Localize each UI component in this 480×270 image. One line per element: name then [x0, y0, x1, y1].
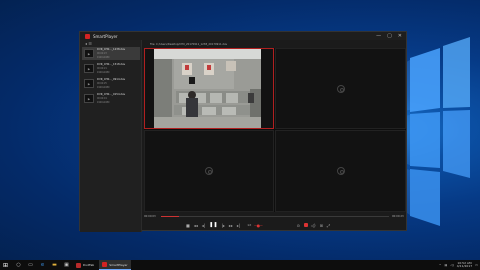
- video-thumbnail: ▶: [84, 49, 94, 58]
- file-resolution: 1920x1080: [97, 101, 110, 104]
- playlist-item[interactable]: ▶ DVR_CH0..._1518.dav 00:00:21 1920x1080: [82, 62, 140, 75]
- file-name: DVR_CH0..._0914.dav: [97, 78, 126, 81]
- step-back-icon[interactable]: ◂|: [202, 223, 205, 228]
- app-logo-icon: [85, 33, 90, 39]
- file-duration: 00:00:21: [97, 67, 107, 70]
- notifications-icon[interactable]: ▭: [475, 263, 478, 267]
- close-button[interactable]: ✕: [398, 33, 402, 39]
- playlist-item[interactable]: ▶ DVR_CH0..._1238.dav 00:00:23 1920x1080: [82, 47, 140, 60]
- seek-track[interactable]: [161, 216, 389, 217]
- edge-browser-icon[interactable]: e: [38, 260, 47, 270]
- fullscreen-icon[interactable]: ⤢: [327, 223, 330, 228]
- smartplayer-window: SmartPlayer — ▢ ✕ ◂ ☰ ▶ DVR_CH0..._1238.…: [79, 31, 407, 232]
- video-pane-4[interactable]: [275, 130, 406, 212]
- clock-date: 4/11/2017: [456, 264, 473, 268]
- file-name: DVR_CH0..._1518.dav: [97, 63, 126, 66]
- file-duration: 00:00:19: [97, 97, 107, 100]
- playlist-header: ◂ ☰: [80, 40, 141, 47]
- dvdfab-icon: [76, 262, 81, 268]
- snapshot-icon[interactable]: ⊙: [297, 223, 300, 228]
- clock[interactable]: 10:52 AM 4/11/2017: [457, 262, 472, 268]
- file-duration: 00:00:25: [97, 82, 107, 85]
- maximize-button[interactable]: ▢: [387, 33, 392, 39]
- windows-taskbar: ⊞ ○ ▭ e ▬ ▣ DvdFab SmartPlayer ^ ▤ ◁) 10…: [0, 260, 480, 270]
- video-thumbnail: ▶: [84, 94, 94, 103]
- playlist-item[interactable]: ▶ DVR_CH0..._0154.dav 00:00:19 1920x1080: [82, 92, 140, 105]
- store-icon[interactable]: ▣: [62, 260, 71, 270]
- file-resolution: 1920x1080: [97, 71, 110, 74]
- task-view-icon[interactable]: ▭: [26, 260, 35, 270]
- playback-controls: ■ ◂◂ ◂| ❚❚ |▸ ▸▸ ▸| 1X ─●─ ⊙ ◁) ⊞ ⤢: [144, 220, 406, 230]
- rewind-icon[interactable]: ◂◂: [194, 223, 198, 228]
- file-duration: 00:00:23: [97, 52, 107, 55]
- back-arrow-icon[interactable]: ◂ ☰: [85, 41, 92, 46]
- playlist-item[interactable]: ▶ DVR_CH0..._0914.dav 00:00:25 1920x1080: [82, 77, 140, 90]
- video-pane-1[interactable]: [144, 48, 274, 129]
- start-button[interactable]: ⊞: [0, 260, 11, 270]
- playback-speed[interactable]: 1X: [247, 223, 251, 227]
- file-resolution: 1920x1080: [97, 86, 110, 89]
- video-pane-2[interactable]: [275, 48, 406, 129]
- network-icon[interactable]: ▤: [444, 263, 447, 267]
- taskbar-app-smartplayer[interactable]: SmartPlayer: [99, 260, 131, 270]
- speed-slider-icon[interactable]: ─●─: [254, 223, 262, 228]
- pause-button[interactable]: ❚❚: [209, 222, 217, 228]
- empty-pane-icon: [205, 167, 213, 175]
- taskbar-app-label: DvdFab: [83, 263, 95, 267]
- video-frame: [154, 49, 261, 128]
- playlist-sidebar: ◂ ☰ ▶ DVR_CH0..._1238.dav 00:00:23 1920x…: [80, 40, 142, 232]
- next-icon[interactable]: ▸|: [237, 223, 240, 228]
- video-pane-3[interactable]: [144, 130, 274, 212]
- file-explorer-icon[interactable]: ▬: [50, 260, 59, 270]
- video-grid: [144, 48, 406, 212]
- stop-icon[interactable]: ■: [186, 223, 190, 228]
- file-resolution: 1920x1080: [97, 56, 110, 59]
- app-title: SmartPlayer: [93, 33, 118, 39]
- smartplayer-icon: [102, 262, 108, 267]
- video-thumbnail: ▶: [84, 79, 94, 88]
- volume-tray-icon[interactable]: ◁): [450, 263, 453, 267]
- title-bar[interactable]: SmartPlayer — ▢ ✕: [80, 32, 406, 40]
- video-thumbnail: ▶: [84, 64, 94, 73]
- taskbar-app-dvdfab[interactable]: DvdFab: [73, 260, 97, 270]
- seek-progress: [161, 216, 180, 217]
- cctv-footage-image: [154, 49, 261, 128]
- search-icon[interactable]: ○: [14, 260, 23, 270]
- grid-layout-icon[interactable]: ⊞: [320, 223, 323, 228]
- total-time: 00:00:23: [392, 215, 404, 218]
- step-forward-icon[interactable]: |▸: [222, 223, 225, 228]
- minimize-button[interactable]: —: [376, 33, 381, 39]
- volume-icon[interactable]: ◁): [311, 223, 316, 228]
- current-time: 00:00:03: [144, 215, 156, 218]
- empty-pane-icon: [336, 84, 345, 93]
- record-button[interactable]: [303, 223, 308, 227]
- system-tray: ^ ▤ ◁) 10:52 AM 4/11/2017 ▭: [439, 260, 478, 270]
- chevron-up-icon[interactable]: ^: [439, 263, 442, 267]
- empty-pane-icon: [336, 167, 345, 175]
- seek-bar[interactable]: 00:00:03 00:00:23: [144, 214, 406, 219]
- fast-forward-icon[interactable]: ▸▸: [229, 223, 233, 228]
- file-path-bar: File: C:/Users/Desktop/CH0_20170911_1238…: [144, 41, 406, 47]
- file-name: DVR_CH0..._0154.dav: [97, 93, 126, 96]
- taskbar-app-label: SmartPlayer: [109, 262, 128, 267]
- file-name: DVR_CH0..._1238.dav: [97, 48, 126, 51]
